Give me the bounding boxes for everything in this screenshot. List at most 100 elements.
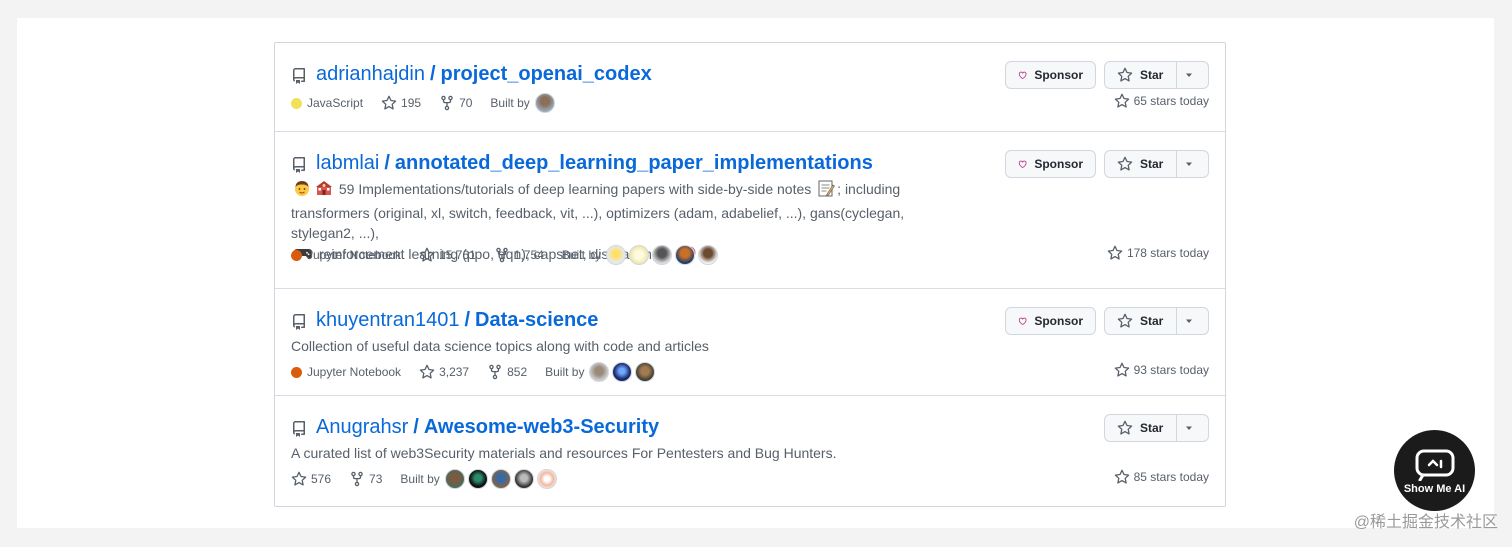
star-label: Star [1140, 157, 1164, 171]
repo-stars-link[interactable]: 15,761 [419, 247, 476, 263]
description-line: 59 Implementations/tutorials of deep lea… [338, 181, 812, 197]
repo-meta: Jupyter Notebook 3,237 852 Built by [291, 362, 676, 382]
repo-row-data-science: khuyentran1401/Data-science Collection o… [275, 289, 1225, 396]
repo-title[interactable]: adrianhajdin / project_openai_codex [291, 61, 652, 91]
fork-count: 73 [369, 472, 383, 486]
avatar[interactable] [444, 469, 465, 489]
repo-language: Jupyter Notebook [291, 248, 401, 262]
avatar[interactable] [534, 93, 555, 113]
repo-title[interactable]: Anugrahsr / Awesome-web3-Security [291, 414, 659, 444]
repo-actions: Sponsor Star [1005, 307, 1209, 335]
repo-description: Collection of useful data science topics… [291, 336, 971, 357]
language-color-dot [291, 366, 302, 378]
repo-stars-link[interactable]: 195 [381, 95, 421, 111]
repo-row-annotated-deep-learning: labmlai / annotated_deep_learning_paper_im… [275, 132, 1225, 289]
star-button[interactable]: Star [1104, 307, 1177, 335]
avatar[interactable] [635, 362, 656, 382]
repo-icon [291, 154, 307, 180]
person-emoji-icon [293, 179, 311, 203]
star-label: Star [1140, 68, 1164, 82]
robot-face-icon [1415, 449, 1454, 481]
star-icon [1117, 313, 1133, 328]
star-count: 15,761 [439, 248, 476, 262]
repo-icon [291, 65, 307, 91]
repo-separator: / [384, 152, 390, 174]
contributor-avatars [534, 93, 558, 113]
built-by: Built by [545, 362, 658, 382]
triangle-down-icon [1186, 73, 1192, 77]
repo-separator: / [413, 416, 419, 438]
sponsor-button[interactable]: Sponsor [1005, 307, 1096, 335]
built-by-label: Built by [545, 365, 585, 379]
star-count: 195 [401, 96, 422, 110]
trending-repo-list: adrianhajdin / project_openai_codex JavaSc… [274, 42, 1226, 507]
triangle-down-icon [1186, 319, 1192, 323]
built-by-label: Built by [490, 96, 530, 110]
sponsor-button[interactable]: Sponsor [1005, 61, 1096, 89]
triangle-down-icon [1186, 162, 1192, 166]
built-by-label: Built by [400, 472, 440, 486]
repo-name-link[interactable]: Awesome-web3-Security [424, 416, 659, 438]
fork-icon [496, 247, 508, 263]
repo-name-link[interactable]: Data-science [475, 309, 598, 331]
repo-actions: Sponsor Star [1005, 61, 1209, 89]
star-icon [1114, 93, 1129, 108]
avatar[interactable] [536, 469, 557, 489]
star-button[interactable]: Star [1104, 61, 1177, 89]
star-icon [419, 364, 435, 379]
star-list-dropdown[interactable] [1177, 61, 1209, 89]
repo-forks-link[interactable]: 1,754 [494, 247, 544, 263]
avatar[interactable] [467, 469, 488, 489]
repo-owner-link[interactable]: Anugrahsr [316, 416, 408, 438]
stars-today-label: 65 stars today [1133, 94, 1209, 108]
star-list-dropdown[interactable] [1177, 150, 1209, 178]
repo-row-project-openai-codex: adrianhajdin / project_openai_codex JavaSc… [275, 43, 1225, 132]
avatar[interactable] [629, 245, 650, 265]
language-color-dot [291, 97, 302, 109]
heart-icon [1018, 71, 1027, 79]
star-icon [1117, 420, 1133, 435]
repo-forks-link[interactable]: 70 [439, 95, 472, 111]
star-icon [1107, 245, 1123, 260]
repo-forks-link[interactable]: 73 [349, 471, 382, 487]
avatar[interactable] [612, 362, 633, 382]
avatar[interactable] [490, 469, 511, 489]
stars-today: 85 stars today [1114, 469, 1209, 485]
repo-name-link[interactable]: project_openai_codex [441, 63, 652, 85]
repo-owner-link[interactable]: khuyentran1401 [316, 309, 459, 331]
description-line: Collection of useful data science topics… [291, 338, 709, 354]
avatar[interactable] [652, 245, 673, 265]
repo-forks-link[interactable]: 852 [487, 364, 527, 380]
repo-separator: / [464, 309, 471, 331]
star-button-group: Star [1104, 307, 1209, 335]
built-by: Built by [400, 469, 559, 489]
repo-actions: Sponsor Star [1005, 150, 1209, 178]
memo-emoji-icon [817, 179, 836, 203]
avatar[interactable] [675, 245, 696, 265]
repo-icon [291, 418, 307, 444]
avatar[interactable] [606, 245, 627, 265]
repo-name-link[interactable]: annotated_deep_learning_paper_implementa… [395, 152, 873, 174]
repo-stars-link[interactable]: 576 [291, 471, 331, 487]
avatar[interactable] [698, 245, 719, 265]
repo-stars-link[interactable]: 3,237 [419, 364, 469, 380]
star-button[interactable]: Star [1104, 414, 1177, 442]
star-icon [419, 247, 435, 262]
fork-icon [351, 471, 363, 487]
avatar[interactable] [589, 362, 610, 382]
repo-title[interactable]: labmlai / annotated_deep_learning_paper_im… [291, 150, 873, 180]
repo-owner-link[interactable]: labmlai [316, 152, 379, 174]
repo-title[interactable]: khuyentran1401/Data-science [291, 307, 598, 337]
fork-count: 70 [459, 96, 473, 110]
avatar[interactable] [513, 469, 534, 489]
star-button[interactable]: Star [1104, 150, 1177, 178]
repo-owner-link[interactable]: adrianhajdin [316, 63, 425, 85]
description-line: transformers (original, xl, switch, feed… [291, 204, 905, 242]
repo-row-awesome-web3-security: Anugrahsr / Awesome-web3-Security A curate… [275, 396, 1225, 506]
stars-today: 65 stars today [1114, 93, 1209, 109]
star-list-dropdown[interactable] [1177, 414, 1209, 442]
description-line: A curated list of web3Security materials… [291, 445, 837, 461]
star-list-dropdown[interactable] [1177, 307, 1209, 335]
sponsor-button[interactable]: Sponsor [1005, 150, 1096, 178]
contributor-avatars [589, 362, 658, 382]
